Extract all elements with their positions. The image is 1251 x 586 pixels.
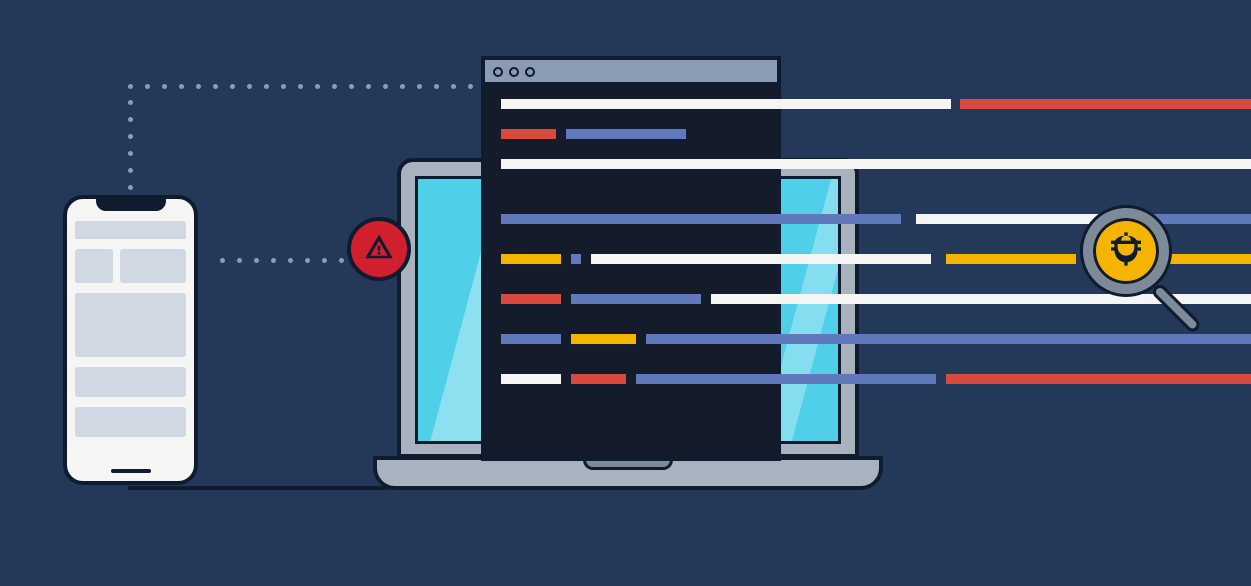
code-line-segment [501,214,901,224]
code-line-segment [501,294,561,304]
code-line-segment [571,294,701,304]
window-dot [493,67,503,77]
window-dot [525,67,535,77]
code-line-segment [960,99,1251,109]
code-line-segment [501,254,561,264]
code-line-segment [566,129,686,139]
code-line-segment [916,214,1106,224]
phone-screen [75,221,186,459]
code-line-segment [946,254,1076,264]
magnifier-bug [1083,208,1203,328]
code-body [485,86,777,457]
connection-wire [128,486,388,490]
error-badge [347,217,411,281]
code-line-segment [501,99,951,109]
phone-home-indicator [111,469,151,473]
warning-icon [364,232,394,267]
code-line-segment [501,374,561,384]
code-line-segment [591,254,931,264]
bug-icon [1106,229,1146,274]
phone-device [63,195,198,485]
magnifier-lens [1083,208,1169,294]
phone-notch [96,199,166,211]
window-titlebar [485,60,777,86]
code-line-segment [571,374,626,384]
code-line-segment [636,374,936,384]
magnifier-handle [1150,282,1202,334]
code-line-segment [501,129,556,139]
code-line-segment [946,374,1251,384]
code-line-segment [571,254,581,264]
code-line-segment [501,159,1251,169]
code-line-segment [571,334,636,344]
code-line-segment [646,334,1251,344]
window-dot [509,67,519,77]
code-line-segment [501,334,561,344]
